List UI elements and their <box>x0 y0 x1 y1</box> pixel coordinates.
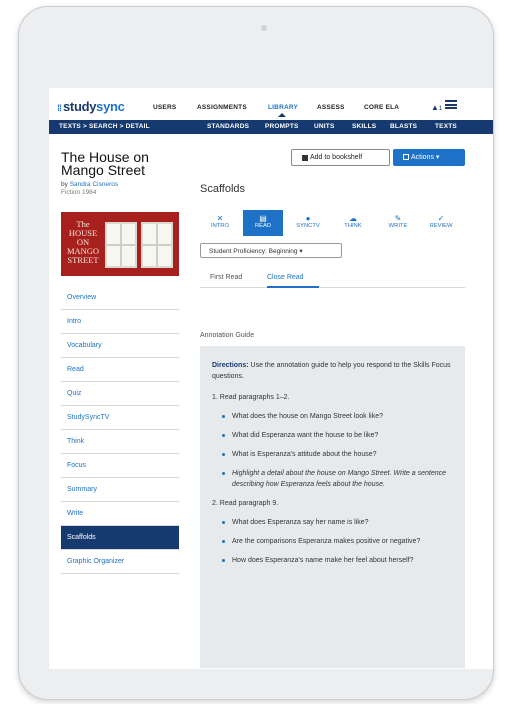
nav-assignments[interactable]: ASSIGNMENTS <box>197 104 247 111</box>
tab-intro[interactable]: ✕ INTRO <box>200 210 240 236</box>
section-title: Scaffolds <box>200 183 246 195</box>
cloud-icon: ☁ <box>349 214 357 223</box>
tab-read[interactable]: ▤ READ <box>243 210 283 236</box>
tab-synctv[interactable]: ● SYNCTV <box>288 210 328 236</box>
list-item: What does Esperanza say her name is like… <box>222 517 453 528</box>
sidebar-item-write[interactable]: Write <box>61 502 179 526</box>
sidebar-item-overview[interactable]: Overview <box>61 286 179 310</box>
sidebar-item-quiz[interactable]: Quiz <box>61 382 179 406</box>
tab-write[interactable]: ✎ WRITE <box>378 210 418 236</box>
caret-down-icon: ▾ <box>299 248 303 255</box>
cover-window-left <box>105 222 137 268</box>
actions-icon <box>403 154 409 160</box>
book-cover-image: The HOUSE ON MANGO STREET <box>61 212 179 276</box>
sidebar-item-summary[interactable]: Summary <box>61 478 179 502</box>
subnav-skills[interactable]: SKILLS <box>352 123 376 130</box>
sidebar-item-think[interactable]: Think <box>61 430 179 454</box>
guide-section-2: 2. Read paragraph 9. What does Esperanza… <box>212 498 453 566</box>
bell-icon[interactable]: ▲1 <box>431 103 442 112</box>
subnav-standards[interactable]: STANDARDS <box>207 123 249 130</box>
subnav-prompts[interactable]: PROMPTS <box>265 123 299 130</box>
annotation-guide-label: Annotation Guide <box>200 332 255 339</box>
sidebar-item-scaffolds[interactable]: Scaffolds <box>61 526 179 550</box>
subnav-blasts[interactable]: BLASTS <box>390 123 417 130</box>
app-screen: ⁞⁞ studysync USERS ASSIGNMENTS LIBRARY AS… <box>49 88 493 669</box>
list-item: How does Esperanza's name make her feel … <box>222 555 453 566</box>
tab-think[interactable]: ☁ THINK <box>333 210 373 236</box>
sidebar-item-focus[interactable]: Focus <box>61 454 179 478</box>
cover-window-right <box>141 222 173 268</box>
sidebar-item-studysynctv[interactable]: StudySyncTV <box>61 406 179 430</box>
annotation-guide-panel: Directions: Use the annotation guide to … <box>200 346 465 668</box>
scaffold-tabs: ✕ INTRO ▤ READ ● SYNCTV ☁ THINK ✎ WRITE ✓ REVI… <box>200 210 460 236</box>
read-subtabs: First Read Close Read <box>200 268 465 288</box>
hamburger-menu-icon[interactable] <box>445 100 457 109</box>
nav-core-ela[interactable]: CORE ELA <box>364 104 399 111</box>
play-icon: ● <box>305 214 311 223</box>
subtab-close-read[interactable]: Close Read <box>267 274 319 288</box>
book-genre-year: Fiction 1984 <box>61 189 97 196</box>
directions-text: Directions: Use the annotation guide to … <box>212 362 451 380</box>
camera-dot <box>261 25 267 31</box>
cover-title-text: The HOUSE ON MANGO STREET <box>66 219 100 265</box>
book-title: The House on Mango Street <box>61 149 149 178</box>
author-link[interactable]: Sandra Cisneros <box>70 181 118 188</box>
sidebar: Overview Intro Vocabulary Read Quiz Stud… <box>61 286 179 574</box>
expand-icon: ✕ <box>216 214 224 223</box>
studysync-logo[interactable]: ⁞⁞ studysync <box>57 99 125 114</box>
subnav-texts[interactable]: TEXTS <box>435 123 457 130</box>
tab-review[interactable]: ✓ REVIEW <box>421 210 461 236</box>
nav-assess[interactable]: ASSESS <box>317 104 345 111</box>
proficiency-select[interactable]: Student Proficiency: Beginning ▾ <box>200 243 342 258</box>
book-icon: ▤ <box>259 214 267 223</box>
sidebar-item-graphic-organizer[interactable]: Graphic Organizer <box>61 550 179 574</box>
list-item: What does the house on Mango Street look… <box>222 411 453 422</box>
list-item: What is Esperanza's attitude about the h… <box>222 449 453 460</box>
check-icon: ✓ <box>437 214 445 223</box>
book-author: by Sandra Cisneros <box>61 181 119 188</box>
nav-library[interactable]: LIBRARY <box>268 104 298 117</box>
sidebar-item-intro[interactable]: Intro <box>61 310 179 334</box>
subnav-units[interactable]: UNITS <box>314 123 335 130</box>
sidebar-item-vocabulary[interactable]: Vocabulary <box>61 334 179 358</box>
section-heading: 2. Read paragraph 9. <box>212 500 279 507</box>
notification-count: 1 <box>438 106 443 112</box>
sidebar-item-read[interactable]: Read <box>61 358 179 382</box>
breadcrumb[interactable]: TEXTS > SEARCH > DETAIL <box>59 123 150 130</box>
top-navigation: ⁞⁞ studysync USERS ASSIGNMENTS LIBRARY AS… <box>49 88 493 120</box>
pencil-icon: ✎ <box>394 214 402 223</box>
sub-navigation-bar: TEXTS > SEARCH > DETAIL STANDARDS PROMPT… <box>49 120 493 134</box>
subtab-first-read[interactable]: First Read <box>210 274 242 281</box>
actions-button[interactable]: Actions ▾ <box>393 149 465 166</box>
list-item: Highlight a detail about the house on Ma… <box>222 468 453 490</box>
chevron-down-icon: ▾ <box>435 154 440 161</box>
list-item: What did Esperanza want the house to be … <box>222 430 453 441</box>
add-to-bookshelf-button[interactable]: Add to bookshelf <box>291 149 390 166</box>
section-heading: 1. Read paragraphs 1–2. <box>212 394 290 401</box>
nav-users[interactable]: USERS <box>153 104 176 111</box>
bookshelf-icon <box>302 155 308 161</box>
guide-section-1: 1. Read paragraphs 1–2. What does the ho… <box>212 392 453 490</box>
list-item: Are the comparisons Esperanza makes posi… <box>222 536 453 547</box>
